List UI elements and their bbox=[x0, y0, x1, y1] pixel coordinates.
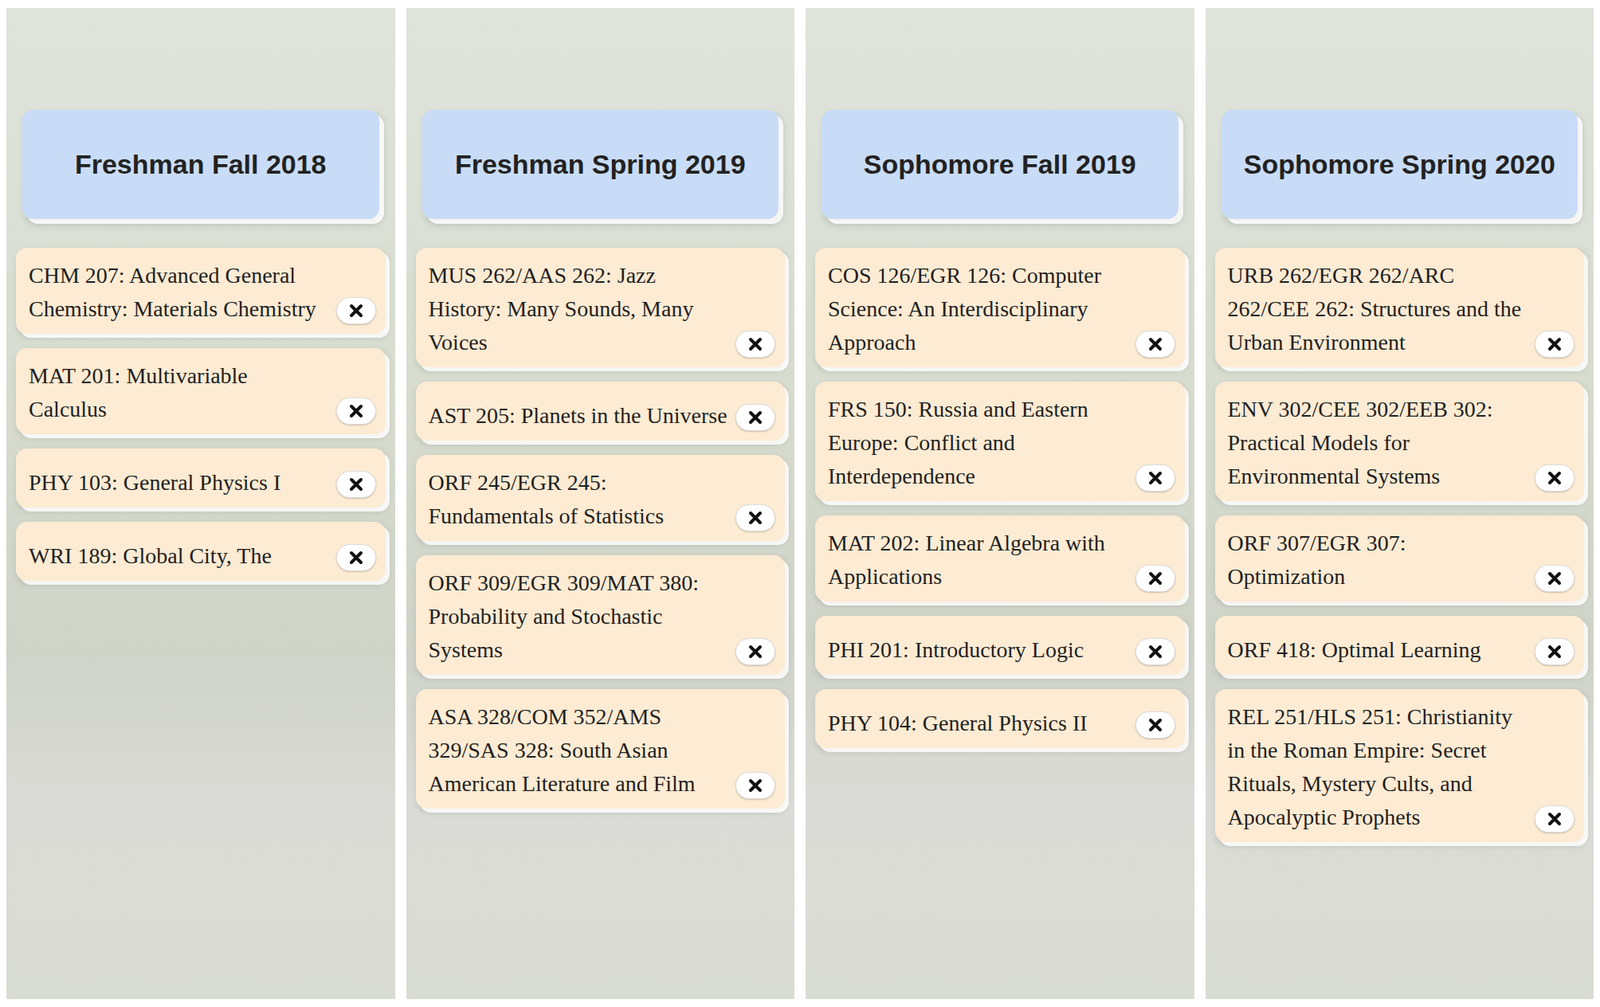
course-title: ORF 309/EGR 309/MAT 380: Probability and… bbox=[428, 566, 729, 667]
close-icon bbox=[1547, 470, 1562, 486]
course-title: COS 126/EGR 126: Computer Science: An In… bbox=[827, 258, 1128, 360]
course-card[interactable]: COS 126/EGR 126: Computer Science: An In… bbox=[815, 247, 1185, 368]
semester-column: Sophomore Fall 2019 COS 126/EGR 126: Comp… bbox=[805, 7, 1195, 1000]
semester-title: Sophomore Spring 2020 bbox=[1243, 149, 1556, 181]
course-title: FRS 150: Russia and Eastern Europe: Conf… bbox=[827, 392, 1128, 494]
course-title: ORF 245/EGR 245: Fundamentals of Statist… bbox=[428, 466, 729, 534]
course-card[interactable]: PHI 201: Introductory Logic bbox=[815, 615, 1185, 675]
course-title: PHI 201: Introductory Logic bbox=[827, 633, 1128, 667]
course-card[interactable]: PHY 104: General Physics II bbox=[815, 689, 1185, 749]
close-icon bbox=[748, 644, 763, 659]
course-card[interactable]: MAT 201: Multivariable Calculus bbox=[15, 348, 386, 435]
remove-button[interactable] bbox=[336, 470, 377, 499]
remove-button[interactable] bbox=[735, 638, 776, 666]
close-icon bbox=[1148, 717, 1163, 733]
course-title: ASA 328/COM 352/AMS 329/SAS 328: South A… bbox=[428, 700, 729, 801]
close-icon bbox=[349, 303, 364, 318]
course-title: MAT 202: Linear Algebra with Application… bbox=[827, 526, 1128, 594]
course-title: WRI 189: Global City, The bbox=[28, 539, 329, 573]
close-icon bbox=[1547, 644, 1562, 659]
remove-button[interactable] bbox=[1534, 638, 1575, 666]
remove-button[interactable] bbox=[1135, 564, 1176, 593]
remove-button[interactable] bbox=[336, 297, 377, 325]
semester-title: Sophomore Fall 2019 bbox=[863, 149, 1137, 181]
course-card[interactable]: REL 251/HLS 251: Christianity in the Rom… bbox=[1215, 689, 1585, 843]
course-title: PHY 104: General Physics II bbox=[827, 706, 1128, 741]
semester-column: Sophomore Spring 2020 URB 262/EGR 262/ARC… bbox=[1205, 7, 1595, 1000]
course-card[interactable]: AST 205: Planets in the Universe bbox=[415, 381, 786, 441]
close-icon bbox=[349, 403, 364, 419]
course-card[interactable]: ORF 307/EGR 307: Optimization bbox=[1215, 515, 1585, 602]
remove-button[interactable] bbox=[1534, 564, 1575, 593]
remove-button[interactable] bbox=[1534, 464, 1575, 492]
remove-button[interactable] bbox=[1534, 330, 1575, 358]
close-icon bbox=[748, 510, 763, 526]
semester-column: Freshman Fall 2018 CHM 207: Advanced Gene… bbox=[6, 7, 396, 1000]
remove-button[interactable] bbox=[735, 403, 776, 432]
remove-button[interactable] bbox=[735, 330, 776, 358]
course-title: AST 205: Planets in the Universe bbox=[428, 399, 729, 433]
semester-header: Sophomore Spring 2020 bbox=[1221, 109, 1579, 220]
course-title: URB 262/EGR 262/ARC 262/CEE 262: Structu… bbox=[1227, 258, 1528, 360]
close-icon bbox=[748, 337, 763, 352]
semester-title: Freshman Fall 2018 bbox=[74, 149, 327, 181]
semester-board: Freshman Fall 2018 CHM 207: Advanced Gene… bbox=[0, 0, 1600, 1000]
close-icon bbox=[1148, 337, 1163, 352]
remove-button[interactable] bbox=[1135, 464, 1176, 492]
remove-button[interactable] bbox=[1135, 330, 1176, 358]
course-card[interactable]: ENV 302/CEE 302/EEB 302: Practical Model… bbox=[1215, 381, 1585, 502]
remove-button[interactable] bbox=[1534, 805, 1575, 833]
close-icon bbox=[1547, 337, 1562, 352]
course-card[interactable]: PHY 103: General Physics I bbox=[15, 448, 386, 508]
close-icon bbox=[748, 410, 763, 425]
remove-button[interactable] bbox=[735, 504, 776, 532]
course-card[interactable]: ORF 309/EGR 309/MAT 380: Probability and… bbox=[415, 555, 786, 675]
semester-title: Freshman Spring 2019 bbox=[454, 149, 746, 181]
course-card[interactable]: ORF 245/EGR 245: Fundamentals of Statist… bbox=[415, 454, 786, 542]
course-card[interactable]: CHM 207: Advanced General Chemistry: Mat… bbox=[15, 247, 386, 334]
close-icon bbox=[748, 778, 763, 793]
course-card[interactable]: MAT 202: Linear Algebra with Application… bbox=[815, 515, 1185, 602]
remove-button[interactable] bbox=[1135, 638, 1176, 666]
remove-button[interactable] bbox=[336, 397, 377, 425]
close-icon bbox=[1547, 571, 1562, 586]
semester-header: Freshman Fall 2018 bbox=[22, 109, 380, 220]
course-title: REL 251/HLS 251: Christianity in the Rom… bbox=[1227, 700, 1528, 835]
close-icon bbox=[349, 550, 364, 565]
course-title: ENV 302/CEE 302/EEB 302: Practical Model… bbox=[1227, 392, 1528, 494]
course-title: MAT 201: Multivariable Calculus bbox=[28, 359, 329, 427]
close-icon bbox=[349, 477, 364, 492]
close-icon bbox=[1148, 470, 1163, 486]
course-title: CHM 207: Advanced General Chemistry: Mat… bbox=[28, 258, 329, 326]
remove-button[interactable] bbox=[735, 772, 776, 800]
course-title: ORF 418: Optimal Learning bbox=[1227, 633, 1528, 667]
course-title: MUS 262/AAS 262: Jazz History: Many Soun… bbox=[428, 258, 729, 360]
course-card[interactable]: ORF 418: Optimal Learning bbox=[1215, 615, 1585, 675]
close-icon bbox=[1148, 644, 1163, 659]
course-card[interactable]: URB 262/EGR 262/ARC 262/CEE 262: Structu… bbox=[1215, 247, 1585, 368]
course-title: ORF 307/EGR 307: Optimization bbox=[1227, 526, 1528, 594]
course-card[interactable]: ASA 328/COM 352/AMS 329/SAS 328: South A… bbox=[415, 689, 786, 809]
close-icon bbox=[1547, 811, 1562, 827]
course-card[interactable]: FRS 150: Russia and Eastern Europe: Conf… bbox=[815, 381, 1185, 502]
semester-column: Freshman Spring 2019 MUS 262/AAS 262: Jaz… bbox=[406, 7, 796, 1000]
semester-header: Sophomore Fall 2019 bbox=[821, 109, 1179, 220]
close-icon bbox=[1148, 571, 1163, 586]
course-card[interactable]: WRI 189: Global City, The bbox=[15, 521, 386, 581]
remove-button[interactable] bbox=[1135, 711, 1176, 739]
course-title: PHY 103: General Physics I bbox=[28, 466, 329, 500]
course-card[interactable]: MUS 262/AAS 262: Jazz History: Many Soun… bbox=[415, 247, 786, 368]
remove-button[interactable] bbox=[336, 544, 377, 572]
semester-header: Freshman Spring 2019 bbox=[422, 109, 780, 220]
